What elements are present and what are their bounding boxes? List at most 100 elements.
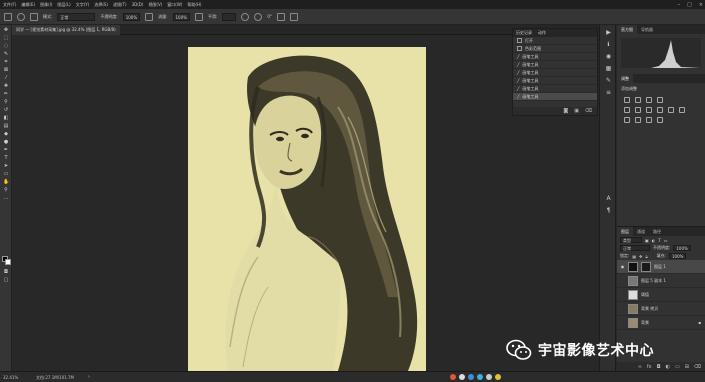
layer-row[interactable]: 阈值	[617, 288, 705, 302]
menu-item-image[interactable]: 图像(I)	[40, 2, 52, 8]
layer-row[interactable]: ◉ 图层 1	[617, 260, 705, 274]
history-row[interactable]: 色彩范围	[513, 45, 597, 53]
menu-item-view[interactable]: 视图(V)	[148, 2, 162, 8]
layer-row[interactable]: 背景 ▪	[617, 316, 705, 330]
layer-style-icon[interactable]: fx	[647, 364, 652, 370]
trash-icon[interactable]: ⌫	[694, 364, 701, 370]
brightness-contrast-icon[interactable]	[624, 97, 630, 103]
quick-mask-icon[interactable]: ◘	[3, 270, 9, 275]
pen-tool-icon[interactable]: ✒	[3, 148, 9, 153]
adjustment-layer-icon[interactable]: ◐	[666, 364, 670, 370]
lock-pixels-icon[interactable]: ▦	[632, 254, 636, 259]
curves-icon[interactable]	[646, 97, 652, 103]
pressure-size-icon[interactable]	[276, 12, 285, 21]
blend-mode-select[interactable]: 正常	[620, 245, 650, 251]
invert-icon[interactable]	[624, 117, 630, 123]
zoom-level[interactable]: 32.41%	[3, 372, 18, 382]
lock-all-icon[interactable]: 🔒︎	[646, 254, 648, 259]
gradient-map-icon[interactable]	[657, 117, 663, 123]
vibrance-icon[interactable]	[624, 107, 630, 113]
menu-item-edit[interactable]: 编辑(E)	[21, 2, 35, 8]
pressure-opacity-icon[interactable]	[145, 12, 154, 21]
clone-stamp-tool-icon[interactable]: ⚲	[3, 100, 9, 105]
flow-input[interactable]: 100%	[172, 12, 190, 21]
dodge-tool-icon[interactable]: ●	[3, 140, 9, 145]
history-brush-tool-icon[interactable]: ↺	[3, 108, 9, 113]
channel-mixer-icon[interactable]	[679, 107, 685, 113]
tab-histogram[interactable]: 直方图	[617, 25, 637, 34]
mode-select[interactable]: 正常	[57, 12, 96, 21]
hand-tool-icon[interactable]: ✋	[3, 180, 9, 185]
black-white-icon[interactable]	[657, 107, 663, 113]
marquee-tool-icon[interactable]: ⬚	[3, 36, 9, 41]
move-tool-icon[interactable]: ✥	[3, 28, 9, 33]
exposure-icon[interactable]	[657, 97, 663, 103]
microphone-icon[interactable]	[468, 374, 474, 380]
status-menu-arrow-icon[interactable]: ›	[88, 372, 90, 382]
close-icon[interactable]: ×	[699, 2, 703, 8]
tab-adjustments[interactable]: 调整	[617, 74, 633, 83]
maximize-icon[interactable]: □	[687, 2, 692, 8]
layer-opacity-input[interactable]: 100%	[673, 245, 691, 251]
gear-icon[interactable]	[241, 12, 250, 21]
menu-item-help[interactable]: 帮助(H)	[187, 2, 201, 8]
keyboard-icon[interactable]	[477, 374, 483, 380]
minimize-icon[interactable]: –	[678, 2, 681, 8]
eraser-tool-icon[interactable]: ◧	[3, 116, 9, 121]
paragraph-icon[interactable]: ¶	[605, 207, 612, 214]
screen-mode-icon[interactable]: ▢	[3, 278, 9, 283]
add-mask-icon[interactable]: ◘	[657, 364, 661, 370]
input-method-icon[interactable]	[459, 374, 465, 380]
levels-icon[interactable]	[635, 97, 641, 103]
lasso-tool-icon[interactable]: ◌	[3, 44, 9, 49]
smoothing-input[interactable]	[222, 12, 237, 21]
trash-icon[interactable]: ⌫	[585, 108, 592, 114]
tab-channels[interactable]: 通道	[633, 227, 649, 236]
lock-position-icon[interactable]: ✥	[639, 254, 642, 259]
brush-settings-icon[interactable]	[30, 12, 38, 21]
menu-item-select[interactable]: 选择(S)	[94, 2, 108, 8]
play-icon[interactable]: ▶	[605, 29, 612, 36]
healing-brush-tool-icon[interactable]: ✚	[3, 84, 9, 89]
tab-actions[interactable]: 动作	[538, 30, 546, 36]
airbrush-icon[interactable]	[194, 12, 203, 21]
frame-tool-icon[interactable]: ⊠	[3, 68, 9, 73]
angle-icon[interactable]	[254, 12, 263, 21]
quick-select-tool-icon[interactable]: ✎	[3, 52, 9, 57]
fill-input[interactable]: 100%	[669, 253, 687, 259]
history-row[interactable]: ╱ 画笔工具	[513, 77, 597, 85]
brush-preset-icon[interactable]	[17, 12, 25, 21]
menu-item-type[interactable]: 文字(Y)	[76, 2, 90, 8]
zoom-tool-icon[interactable]: ⚲	[3, 188, 9, 193]
threshold-icon[interactable]	[646, 117, 652, 123]
menu-item-file[interactable]: 文件(F)	[3, 2, 16, 8]
brush-tool-icon[interactable]: ✏	[3, 92, 9, 97]
folder-icon[interactable]: ▭	[675, 364, 680, 370]
history-row-selected[interactable]: ╱ 画笔工具	[513, 93, 597, 101]
character-icon[interactable]: A	[605, 195, 612, 202]
color-balance-icon[interactable]	[646, 107, 652, 113]
tab-layers[interactable]: 图层	[617, 227, 633, 236]
layer-filter-select[interactable]: 类型	[620, 237, 642, 243]
tab-navigator[interactable]: 导航器	[637, 25, 657, 34]
sogou-icon[interactable]	[450, 374, 456, 380]
link-layers-icon[interactable]: ∞	[638, 364, 642, 370]
menu-item-layer[interactable]: 图层(L)	[57, 2, 70, 8]
angle-value[interactable]: 0°	[267, 14, 272, 19]
skin-icon[interactable]	[495, 374, 501, 380]
background-color-swatch[interactable]	[5, 259, 11, 265]
info-icon[interactable]: ℹ	[605, 41, 612, 48]
new-document-from-state-icon[interactable]: ◙	[563, 108, 568, 114]
filter-shape-icon[interactable]: ▭	[664, 238, 668, 243]
properties-icon[interactable]: ≡	[605, 89, 612, 96]
gradient-tool-icon[interactable]: ▤	[3, 124, 9, 129]
symmetry-icon[interactable]	[289, 12, 298, 21]
more-tools-icon[interactable]: …	[3, 196, 9, 201]
brush-panel-icon[interactable]: ✎	[605, 77, 612, 84]
history-row[interactable]: ╱ 画笔工具	[513, 69, 597, 77]
shape-tool-icon[interactable]: ▭	[3, 172, 9, 177]
new-layer-icon[interactable]: ⊞	[685, 364, 689, 370]
camera-icon[interactable]: ▣	[574, 108, 579, 114]
history-row[interactable]: 打开	[513, 37, 597, 45]
blur-tool-icon[interactable]: ◆	[3, 132, 9, 137]
